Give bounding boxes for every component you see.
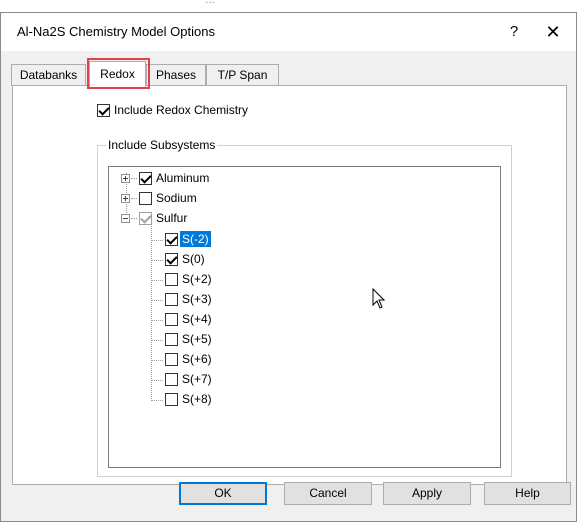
chemistry-model-options-dialog: Al-Na2S Chemistry Model Options ? ✕ Data… (0, 12, 577, 522)
expand-aluminum-icon[interactable] (121, 174, 130, 183)
tree-branch (131, 178, 137, 179)
tree-branch (151, 340, 163, 341)
tree-item-s-plus3[interactable]: S(+3) (180, 291, 214, 307)
s-plus2-checkbox[interactable] (165, 273, 178, 286)
background-window-text: ... (205, 0, 215, 6)
s-plus7-checkbox[interactable] (165, 373, 178, 386)
s-minus2-checkbox[interactable] (165, 233, 178, 246)
tab-tp-span[interactable]: T/P Span (206, 64, 279, 86)
tree-branch (151, 240, 163, 241)
tree-branch (151, 260, 163, 261)
redox-tab-panel: Include Redox Chemistry Include Subsyste… (12, 85, 567, 485)
tab-phases[interactable]: Phases (146, 64, 206, 86)
tree-sulfur-children-line (151, 223, 152, 399)
tab-databanks[interactable]: Databanks (11, 64, 86, 86)
include-redox-checkbox[interactable] (97, 104, 110, 117)
dialog-title: Al-Na2S Chemistry Model Options (17, 24, 215, 39)
cancel-button[interactable]: Cancel (284, 482, 372, 505)
tree-item-s-plus2[interactable]: S(+2) (180, 271, 214, 287)
tree-branch (151, 280, 163, 281)
tree-item-s-plus5[interactable]: S(+5) (180, 331, 214, 347)
s-plus4-checkbox[interactable] (165, 313, 178, 326)
help-button[interactable]: Help (484, 482, 571, 505)
tree-item-s-0[interactable]: S(0) (180, 251, 207, 267)
title-bar: Al-Na2S Chemistry Model Options ? ✕ (1, 13, 576, 51)
tree-branch (151, 380, 163, 381)
tab-redox[interactable]: Redox (89, 61, 146, 87)
tree-branch (151, 300, 163, 301)
aluminum-checkbox[interactable] (139, 172, 152, 185)
s-plus3-checkbox[interactable] (165, 293, 178, 306)
tree-branch (131, 198, 137, 199)
tree-branch (131, 218, 137, 219)
expand-sodium-icon[interactable] (121, 194, 130, 203)
tree-item-s-plus7[interactable]: S(+7) (180, 371, 214, 387)
include-subsystems-label: Include Subsystems (106, 138, 218, 152)
tree-item-sodium[interactable]: Sodium (154, 190, 199, 206)
close-button[interactable]: ✕ (530, 13, 576, 51)
tree-item-s-minus2[interactable]: S(-2) (180, 231, 211, 247)
tree-item-s-plus8[interactable]: S(+8) (180, 391, 214, 407)
tree-item-aluminum[interactable]: Aluminum (154, 170, 211, 186)
apply-button[interactable]: Apply (383, 482, 471, 505)
tree-item-s-plus4[interactable]: S(+4) (180, 311, 214, 327)
tree-item-sulfur[interactable]: Sulfur (154, 210, 189, 226)
s-plus6-checkbox[interactable] (165, 353, 178, 366)
subsystems-tree[interactable]: Aluminum Sodium Sulfur S(-2) S(0) S(+2) … (108, 166, 501, 468)
mouse-pointer-icon (372, 288, 386, 309)
include-redox-label: Include Redox Chemistry (114, 103, 249, 117)
sulfur-checkbox[interactable] (139, 212, 152, 225)
sodium-checkbox[interactable] (139, 192, 152, 205)
s-plus8-checkbox[interactable] (165, 393, 178, 406)
collapse-sulfur-icon[interactable] (121, 214, 130, 223)
tree-item-s-plus6[interactable]: S(+6) (180, 351, 214, 367)
s-plus5-checkbox[interactable] (165, 333, 178, 346)
s-0-checkbox[interactable] (165, 253, 178, 266)
tree-branch (151, 400, 163, 401)
tree-branch (151, 360, 163, 361)
ok-button[interactable]: OK (179, 482, 267, 505)
background-window-strip: ... (0, 0, 577, 12)
tree-branch (151, 320, 163, 321)
